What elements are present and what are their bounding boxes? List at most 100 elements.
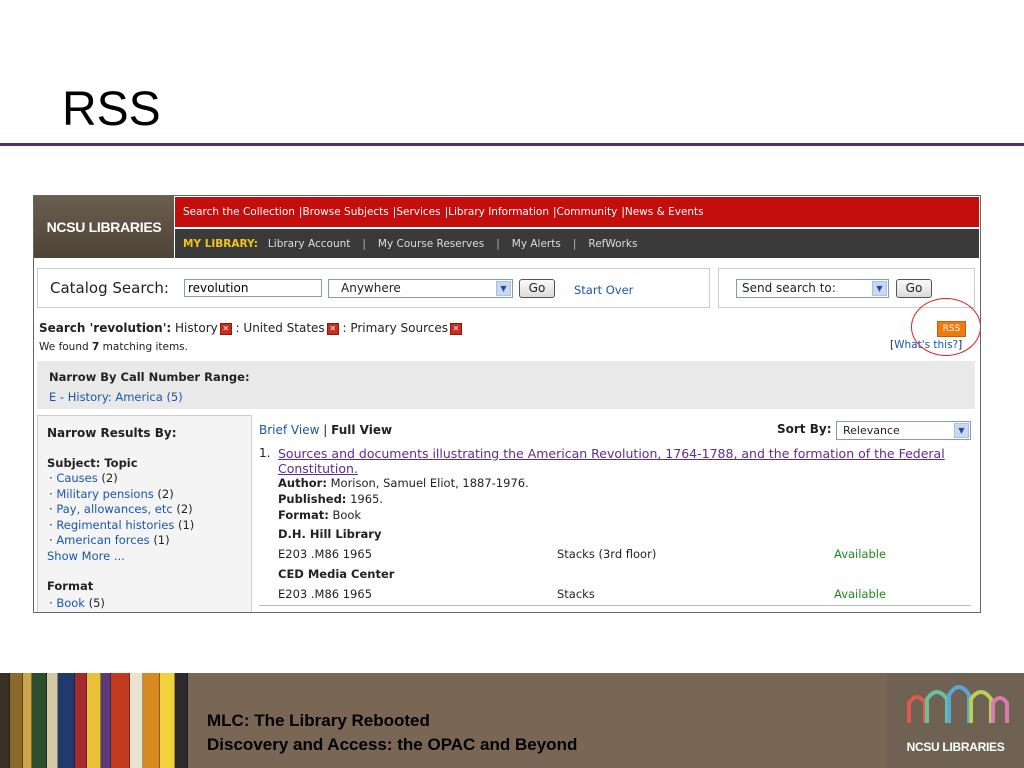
nav-community[interactable]: Community <box>557 206 618 218</box>
result-format: Format: Book <box>278 508 361 522</box>
facet-link[interactable]: Military pensions <box>56 487 153 501</box>
call-number-range-count: (5) <box>166 390 183 404</box>
nav-separator: | <box>572 237 577 250</box>
search-input[interactable]: revolution <box>184 279 322 297</box>
facet-item: · American forces (1) <box>49 533 170 547</box>
facet-item: · Book (5) <box>49 596 105 610</box>
facet-link[interactable]: Book <box>56 596 85 610</box>
holding-status: Available <box>834 587 887 601</box>
criteria-term: United States <box>243 321 325 335</box>
facet-count: (1) <box>153 533 170 547</box>
full-view-label: Full View <box>331 423 393 437</box>
facet-item: · Pay, allowances, etc (2) <box>49 502 193 516</box>
book-spine <box>111 673 130 768</box>
nav-services[interactable]: Services <box>396 206 440 218</box>
catalog-search-panel: Catalog Search: revolution Anywhere ▼ Go… <box>37 268 710 308</box>
footer-logo-text: NCSU LIBRARIES <box>906 740 1005 754</box>
bookshelf-image <box>0 673 188 768</box>
call-number-range-heading: Narrow By Call Number Range: <box>49 370 250 384</box>
my-library-label: MY LIBRARY: <box>183 237 258 250</box>
chevron-down-icon: ▼ <box>872 281 887 296</box>
book-spine <box>58 673 75 768</box>
format-label: Format: <box>278 508 329 522</box>
facet-item: · Causes (2) <box>49 471 118 485</box>
search-go-button[interactable]: Go <box>519 279 555 298</box>
format-value: Book <box>332 508 362 522</box>
criteria-term: History <box>175 321 218 335</box>
book-spine <box>101 673 111 768</box>
result-number: 1. <box>259 446 271 460</box>
book-spine <box>160 673 175 768</box>
holding-call-number: E203 .M86 1965 <box>278 587 373 601</box>
book-spine <box>175 673 188 768</box>
remove-term-icon[interactable]: ✕ <box>450 323 462 335</box>
library-arches-icon <box>907 685 1009 723</box>
sort-select[interactable]: Relevance ▼ <box>836 421 971 440</box>
nav-refworks[interactable]: RefWorks <box>588 238 637 250</box>
result-title-link[interactable]: Sources and documents illustrating the A… <box>278 446 968 476</box>
call-number-range-link[interactable]: E - History: America <box>49 390 163 404</box>
show-more-link[interactable]: Show More ... <box>47 549 125 563</box>
remove-term-icon[interactable]: ✕ <box>219 323 232 335</box>
book-spine <box>32 673 47 768</box>
chevron-down-icon: ▼ <box>496 281 511 296</box>
nav-search-collection[interactable]: Search the Collection <box>183 206 295 218</box>
criteria-prefix: Search 'revolution': <box>39 321 172 335</box>
catalog-screenshot: NCSU LIBRARIES Search the Collection | Br… <box>33 195 981 613</box>
author-label: Author: <box>278 476 327 490</box>
result-count: We found 7 matching items. <box>39 341 188 353</box>
book-spine <box>130 673 143 768</box>
nav-my-alerts[interactable]: My Alerts <box>512 238 561 250</box>
book-spine <box>10 673 23 768</box>
facet-item: · Military pensions (2) <box>49 487 174 501</box>
nav-library-account[interactable]: Library Account <box>268 238 350 250</box>
top-navigation: Search the Collection | Browse Subjects | … <box>175 197 979 227</box>
nav-my-course-reserves[interactable]: My Course Reserves <box>378 238 484 250</box>
catalog-search-label: Catalog Search: <box>50 279 169 297</box>
result-published: Published: 1965. <box>278 492 383 506</box>
remove-term-icon[interactable]: ✕ <box>326 323 339 335</box>
nav-separator: | <box>496 237 500 250</box>
facet-count: (5) <box>88 596 105 610</box>
holding-location: Stacks <box>557 587 595 601</box>
ncsu-libraries-footer-logo: NCSU LIBRARIES <box>887 673 1024 768</box>
search-scope-select[interactable]: Anywhere ▼ <box>328 279 513 298</box>
facets-sidebar: Narrow Results By: Subject: Topic · Caus… <box>37 415 252 612</box>
book-spine <box>75 673 87 768</box>
facet-count: (2) <box>101 471 118 485</box>
criteria-term: Primary Sources <box>350 321 448 335</box>
facet-link[interactable]: Pay, allowances, etc <box>56 502 172 516</box>
nav-news-events[interactable]: News & Events <box>625 206 704 218</box>
nav-library-information[interactable]: Library Information <box>448 206 549 218</box>
facet-link[interactable]: Regimental histories <box>56 518 174 532</box>
facet-count: (2) <box>176 502 193 516</box>
send-search-select[interactable]: Send search to: ▼ <box>736 279 889 298</box>
book-spine <box>143 673 160 768</box>
nav-browse-subjects[interactable]: Browse Subjects <box>302 206 388 218</box>
holding-library-name: CED Media Center <box>278 567 395 581</box>
result-author: Author: Morison, Samuel Eliot, 1887-1976… <box>278 476 529 490</box>
result-count-suffix: matching items. <box>102 341 188 353</box>
brief-view-link[interactable]: Brief View <box>259 423 319 437</box>
book-spine <box>23 673 32 768</box>
send-search-value: Send search to: <box>742 281 836 295</box>
facet-link[interactable]: American forces <box>56 533 149 547</box>
sort-by-label: Sort By: <box>777 422 832 436</box>
view-toggle: Brief View | Full View <box>259 423 392 437</box>
holding-status: Available <box>834 547 887 561</box>
published-label: Published: <box>278 492 347 506</box>
send-search-go-button[interactable]: Go <box>896 279 932 298</box>
holding-library: CED Media Center <box>278 567 394 581</box>
ncsu-libraries-logo[interactable]: NCSU LIBRARIES <box>34 196 174 258</box>
start-over-link[interactable]: Start Over <box>574 283 633 297</box>
search-criteria: Search 'revolution': History ✕ : United S… <box>39 321 462 335</box>
facet-count: (1) <box>178 518 195 532</box>
holding-call-number: E203 .M86 1965 <box>278 547 373 561</box>
published-value: 1965. <box>350 492 383 506</box>
facet-item: · Regimental histories (1) <box>49 518 195 532</box>
facet-section-format: Format <box>47 579 94 593</box>
footer-text: MLC: The Library Rebooted Discovery and … <box>207 709 577 757</box>
facets-heading: Narrow Results By: <box>47 426 177 440</box>
chevron-down-icon: ▼ <box>954 423 969 438</box>
facet-link[interactable]: Causes <box>56 471 97 485</box>
